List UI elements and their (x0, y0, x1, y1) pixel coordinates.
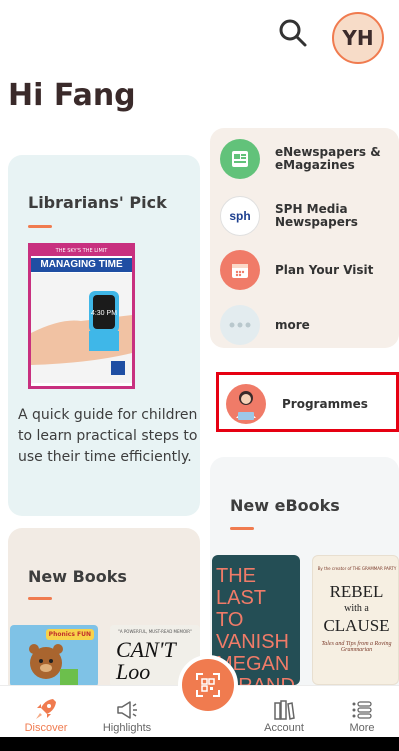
book-top-text: "A POWERFUL, MUST-READ MEMOIR" (118, 629, 192, 634)
nav-more[interactable]: More (322, 686, 399, 738)
new-ebooks-title: New eBooks (230, 496, 340, 515)
nav-account-label: Account (264, 722, 304, 734)
service-label: more (275, 317, 310, 332)
ebook-title-line2: with a (344, 603, 369, 614)
bear-illustration (29, 644, 78, 687)
ebook-title-line3: CLAUSE (323, 616, 390, 635)
search-icon (279, 19, 307, 47)
calendar-icon (220, 250, 260, 290)
watch-time: 4:30 PM (91, 310, 117, 317)
new-books-title: New Books (28, 567, 127, 586)
service-label: Plan Your Visit (275, 262, 374, 277)
book-top-text: THE SKY'S THE LIMIT (31, 246, 132, 256)
book-cover-phonics-fun[interactable]: Phonics FUN (10, 625, 98, 687)
librarians-pick-title: Librarians' Pick (28, 193, 167, 212)
ebook-subtitle: Tales and Tips from a Roving Grammarian (321, 641, 392, 653)
qr-scan-icon (196, 673, 220, 697)
avatar-initials: YH (342, 26, 374, 50)
nav-more-label: More (349, 722, 375, 734)
books-shelf-icon (274, 700, 295, 720)
nav-account[interactable]: Account (244, 686, 324, 738)
search-button[interactable] (276, 16, 310, 50)
programmes-label: Programmes (282, 397, 368, 411)
accent-line (28, 597, 52, 600)
svg-text:sph: sph (229, 209, 250, 223)
wrist-watch-illustration: 4:30 PM (31, 273, 132, 383)
megaphone-icon (117, 701, 137, 719)
menu-list-icon (352, 701, 372, 719)
service-item-enewspapers[interactable]: eNewspapers & eMagazines (220, 139, 385, 179)
system-navigation-bar (0, 737, 399, 751)
rocket-icon (36, 699, 56, 719)
avatar[interactable]: YH (332, 12, 384, 64)
nav-highlights[interactable]: Highlights (87, 686, 167, 738)
librarians-pick-book-cover[interactable]: THE SKY'S THE LIMIT MANAGING TIME 4:30 P… (28, 243, 135, 389)
ebook-cover-rebel-with-a-clause[interactable]: By the creator of THE GRAMMAR PARTY REBE… (312, 555, 399, 685)
accent-line (230, 527, 254, 530)
service-item-sph-media[interactable]: sph SPH Media Newspapers (220, 196, 385, 236)
librarians-pick-description: A quick guide for children to learn prac… (18, 407, 198, 465)
programmes-icon (226, 384, 266, 424)
accent-line (28, 225, 52, 228)
scan-qr-button[interactable] (178, 655, 238, 715)
nav-highlights-label: Highlights (102, 722, 152, 734)
service-item-more[interactable]: more (220, 305, 310, 345)
service-label: eNewspapers & eMagazines (275, 145, 381, 172)
page-title: Hi Fang (8, 78, 136, 113)
nav-discover-label: Discover (24, 722, 68, 734)
ebook-title-line1: REBEL (329, 582, 384, 601)
service-item-plan-visit[interactable]: Plan Your Visit (220, 250, 385, 290)
sph-logo-icon: sph (220, 196, 260, 236)
service-label: SPH Media Newspapers (275, 202, 358, 229)
ebook-top-text: By the creator of THE GRAMMAR PARTY (317, 566, 397, 571)
more-dots-icon (220, 305, 260, 345)
book-banner: MANAGING TIME (31, 258, 132, 272)
nav-discover[interactable]: Discover (6, 686, 86, 738)
newspaper-icon (220, 139, 260, 179)
